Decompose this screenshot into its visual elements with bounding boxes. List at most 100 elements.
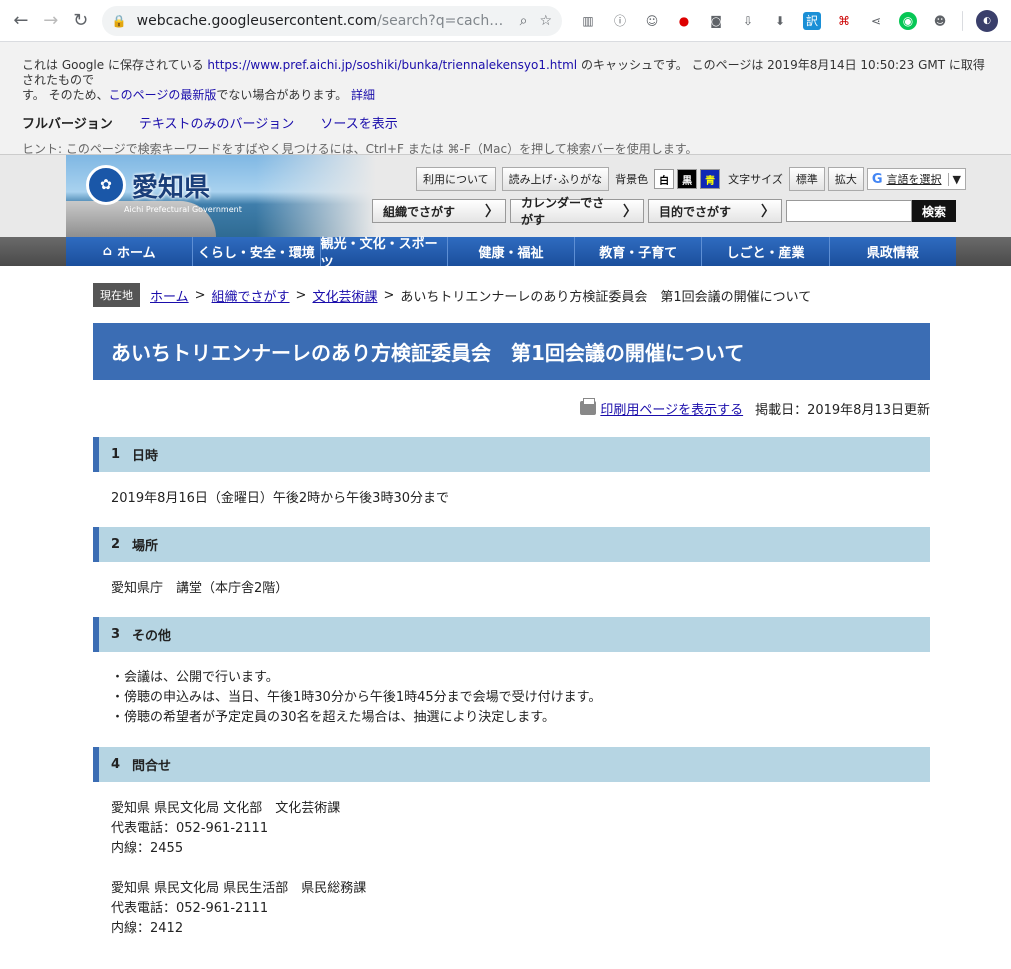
latest-version-link[interactable]: このページの最新版: [109, 88, 217, 102]
nav-item-tourism[interactable]: 観光・文化・スポーツ: [321, 237, 448, 271]
section-body-venue: 愛知県庁 講堂（本庁舎2階）: [93, 579, 930, 599]
contact-spacer: [111, 859, 930, 879]
section-body-datetime: 2019年8月16日（金曜日）午後2時から午後3時30分まで: [93, 489, 930, 509]
language-select[interactable]: G 言語を選択 ▼: [866, 168, 966, 190]
cache-version-links: フルバージョン テキストのみのバージョン ソースを表示: [22, 113, 989, 132]
url-host: webcache.googleusercontent.com: [136, 12, 378, 29]
nav-item-living[interactable]: くらし・安全・環境: [193, 237, 321, 266]
browser-toolbar: ← → ↻ 🔒 webcache.googleusercontent.com /…: [0, 0, 1011, 42]
share-icon[interactable]: ⋖: [867, 12, 885, 30]
search-row: 組織でさがす 〉 カレンダーでさがす 〉 目的でさがす 〉 検索: [372, 196, 957, 227]
section-heading-contact: 4 問合せ: [93, 747, 930, 782]
bg-white-button[interactable]: 白: [654, 169, 675, 189]
section-title: 場所: [132, 539, 159, 554]
site-logo[interactable]: ✿ 愛知県 Aichi Prefectural Government: [86, 165, 242, 214]
download-arrow-icon[interactable]: ⬇: [771, 12, 789, 30]
nav-home-label: ホーム: [116, 246, 156, 261]
language-select-label: 言語を選択: [886, 173, 942, 186]
extension-record-icon[interactable]: ●: [675, 12, 693, 30]
download-box-icon[interactable]: ⇩: [739, 12, 757, 30]
list-item: ・傍聴の申込みは、当日、午後1時30分から午後1時45分まで会場で受け付けます。: [111, 690, 602, 705]
text-only-link[interactable]: テキストのみのバージョン: [139, 117, 294, 132]
extension-translate-icon[interactable]: 訳: [803, 11, 822, 30]
extension-info-icon[interactable]: ⓘ: [611, 12, 629, 30]
forward-icon[interactable]: →: [36, 6, 66, 36]
breadcrumb-home-link[interactable]: ホーム: [150, 286, 189, 305]
search-by-calendar-label: カレンダーでさがす: [521, 196, 605, 227]
venue-text: 愛知県庁 講堂（本庁舎2階）: [111, 581, 289, 596]
page-title: あいちトリエンナーレのあり方検証委員会 第1回会議の開催について: [93, 323, 930, 380]
section-heading-other: 3 その他: [93, 617, 930, 652]
main-content: 現在地 ホーム > 組織でさがす > 文化芸術課 > あいちトリエンナーレのあり…: [93, 283, 930, 939]
printer-icon: [580, 398, 597, 415]
section-heading-datetime: 1 日時: [93, 437, 930, 472]
breadcrumb-dept-link[interactable]: 文化芸術課: [312, 286, 377, 305]
line-share-icon[interactable]: ◉: [899, 11, 918, 30]
bookmark-star-icon[interactable]: ☆: [539, 13, 552, 29]
zoom-icon[interactable]: ⌕: [520, 13, 528, 29]
published-date: 掲載日：2019年8月13日更新: [755, 402, 930, 418]
contact-dept: 愛知県 県民文化局 文化部 文化芸術課: [111, 801, 341, 816]
lock-icon: 🔒: [111, 13, 127, 28]
contact-phone: 代表電話：052-961-2111: [111, 821, 269, 836]
pdf-icon[interactable]: ⌘: [835, 12, 853, 30]
section-title: 問合せ: [132, 759, 172, 774]
breadcrumb-org-link[interactable]: 組織でさがす: [212, 286, 290, 305]
profile-avatar[interactable]: ◐: [976, 9, 999, 32]
reading-button[interactable]: 読み上げ･ふりがな: [501, 167, 610, 191]
font-large-button[interactable]: 拡大: [827, 167, 864, 191]
extension-face-icon[interactable]: ☺: [643, 12, 661, 30]
section-title: 日時: [132, 449, 159, 464]
search-by-purpose-button[interactable]: 目的でさがす 〉: [648, 199, 782, 223]
google-g-icon: G: [871, 171, 883, 187]
back-icon[interactable]: ←: [6, 6, 36, 36]
breadcrumb-separator: >: [383, 287, 395, 303]
contact-dept: 愛知県 県民文化局 県民生活部 県民総務課: [111, 881, 367, 896]
section-number: 1: [111, 447, 121, 462]
nav-item-government[interactable]: 県政情報: [830, 237, 956, 266]
details-link[interactable]: 詳細: [351, 88, 375, 102]
section-number: 2: [111, 537, 121, 552]
chevron-right-icon: 〉: [761, 204, 775, 220]
cache-notice-line2: す。 そのため、: [22, 88, 109, 102]
source-url-link[interactable]: https://www.pref.aichi.jp/soshiki/bunka/…: [207, 58, 577, 72]
breadcrumb-separator: >: [194, 287, 206, 303]
section-number: 3: [111, 627, 121, 642]
bg-black-button[interactable]: 黒: [677, 169, 698, 189]
nav-item-education[interactable]: 教育・子育て: [575, 237, 703, 266]
contact-extension: 内線：2455: [111, 841, 184, 856]
breadcrumb: 現在地 ホーム > 組織でさがす > 文化芸術課 > あいちトリエンナーレのあり…: [93, 283, 930, 307]
search-button[interactable]: 検索: [912, 200, 957, 222]
address-bar[interactable]: 🔒 webcache.googleusercontent.com /search…: [101, 5, 563, 36]
font-size-label: 文字サイズ: [728, 173, 783, 186]
bg-color-label: 背景色: [615, 173, 649, 186]
about-button[interactable]: 利用について: [416, 167, 496, 191]
section-title: その他: [132, 629, 172, 644]
search-by-org-button[interactable]: 組織でさがす 〉: [372, 199, 506, 223]
home-icon: ⌂: [102, 244, 112, 259]
font-normal-button[interactable]: 標準: [788, 167, 825, 191]
utility-bar: 利用について 読み上げ･ふりがな 背景色 白 黒 青 文字サイズ 標準 拡大 G…: [416, 167, 966, 191]
breadcrumb-current: あいちトリエンナーレのあり方検証委員会 第1回会議の開催について: [400, 289, 812, 305]
reload-icon[interactable]: ↻: [66, 6, 96, 36]
view-source-link[interactable]: ソースを表示: [320, 117, 397, 132]
camera-icon[interactable]: ◙: [707, 12, 725, 30]
nav-item-work[interactable]: しごと・産業: [702, 237, 830, 266]
print-page-link[interactable]: 印刷用ページを表示する: [600, 399, 743, 418]
extensions-bar: ▥ ⓘ ☺ ● ◙ ⇩ ⬇ 訳 ⌘ ⋖ ◉ ☻ ◐: [572, 9, 1005, 32]
prefecture-emblem-icon: ✿: [86, 165, 126, 205]
list-item: ・会議は、公開で行います。: [111, 670, 279, 685]
nav-item-home[interactable]: ⌂ ホーム: [66, 237, 194, 266]
extension-bars-icon[interactable]: ▥: [579, 12, 597, 30]
extension-cat-icon[interactable]: ☻: [931, 12, 949, 30]
site-header: ✿ 愛知県 Aichi Prefectural Government 利用につい…: [0, 155, 1011, 237]
bg-blue-button[interactable]: 青: [700, 169, 721, 189]
logo-english: Aichi Prefectural Government: [124, 205, 242, 214]
nav-item-health[interactable]: 健康・福祉: [448, 237, 576, 266]
search-by-purpose-label: 目的でさがす: [659, 204, 732, 219]
cache-notice-line2-suffix: でない場合があります。: [216, 88, 348, 102]
search-by-calendar-button[interactable]: カレンダーでさがす 〉: [510, 196, 644, 227]
site-search-input[interactable]: [786, 200, 912, 222]
breadcrumb-separator: >: [295, 287, 307, 303]
cache-banner: これは Google に保存されている https://www.pref.aic…: [0, 42, 1011, 156]
